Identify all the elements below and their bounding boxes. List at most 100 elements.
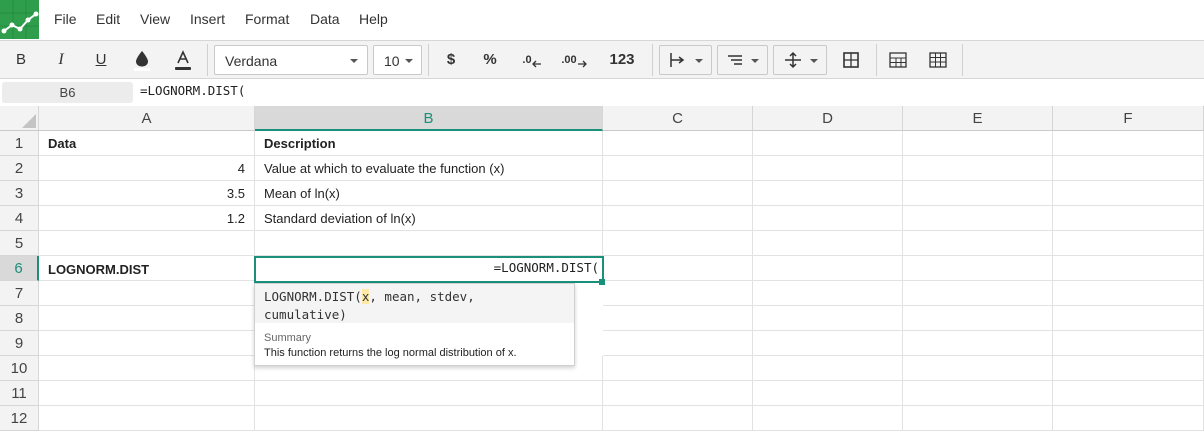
cell-b12[interactable] — [255, 406, 603, 431]
cell-d11[interactable] — [753, 381, 903, 406]
cell-f11[interactable] — [1053, 381, 1204, 406]
cell-d7[interactable] — [753, 281, 903, 306]
cell-a5[interactable] — [39, 231, 255, 256]
cell-c8[interactable] — [603, 306, 753, 331]
cell-f2[interactable] — [1053, 156, 1204, 181]
column-header-d[interactable]: D — [753, 106, 903, 131]
decrease-decimals-button[interactable]: .0 — [518, 41, 546, 78]
underline-button[interactable]: U — [88, 41, 114, 78]
cell-f12[interactable] — [1053, 406, 1204, 431]
menu-help[interactable]: Help — [359, 11, 388, 27]
cell-b1[interactable]: Description — [255, 131, 603, 156]
row-header-3[interactable]: 3 — [0, 181, 39, 206]
cell-c4[interactable] — [603, 206, 753, 231]
gridlines-button[interactable] — [923, 41, 953, 78]
cell-b4[interactable]: Standard deviation of ln(x) — [255, 206, 603, 231]
cell-c2[interactable] — [603, 156, 753, 181]
text-color-button[interactable] — [169, 41, 197, 78]
cell-d12[interactable] — [753, 406, 903, 431]
cell-e9[interactable] — [903, 331, 1053, 356]
select-all-corner[interactable] — [0, 106, 39, 131]
font-size-select[interactable]: 10 — [373, 45, 422, 75]
cell-d1[interactable] — [753, 131, 903, 156]
cell-c6[interactable] — [603, 256, 753, 281]
cell-e1[interactable] — [903, 131, 1053, 156]
borders-button[interactable] — [883, 41, 913, 78]
row-header-12[interactable]: 12 — [0, 406, 39, 431]
cell-d5[interactable] — [753, 231, 903, 256]
active-cell-editor[interactable]: =LOGNORM.DIST( — [254, 256, 604, 283]
cell-f8[interactable] — [1053, 306, 1204, 331]
cell-e11[interactable] — [903, 381, 1053, 406]
menu-file[interactable]: File — [54, 11, 77, 27]
bold-button[interactable]: B — [8, 41, 34, 78]
text-wrap-dropdown[interactable] — [717, 45, 768, 75]
cell-c9[interactable] — [603, 331, 753, 356]
cell-c12[interactable] — [603, 406, 753, 431]
cell-a9[interactable] — [39, 331, 255, 356]
cell-b11[interactable] — [255, 381, 603, 406]
cell-e6[interactable] — [903, 256, 1053, 281]
number-format-button[interactable]: 123 — [602, 41, 642, 78]
row-header-11[interactable]: 11 — [0, 381, 39, 406]
column-header-b[interactable]: B — [255, 106, 603, 131]
cell-c10[interactable] — [603, 356, 753, 381]
cell-e10[interactable] — [903, 356, 1053, 381]
increase-decimals-button[interactable]: .00 — [558, 41, 590, 78]
cell-d4[interactable] — [753, 206, 903, 231]
row-header-7[interactable]: 7 — [0, 281, 39, 306]
cell-a4[interactable]: 1.2 — [39, 206, 255, 231]
app-logo[interactable] — [0, 0, 39, 39]
cell-e12[interactable] — [903, 406, 1053, 431]
percent-format-button[interactable]: % — [476, 41, 504, 78]
fill-handle[interactable] — [599, 279, 605, 285]
row-header-2[interactable]: 2 — [0, 156, 39, 181]
italic-button[interactable]: I — [48, 41, 74, 78]
merge-cells-button[interactable] — [836, 41, 866, 78]
cell-a10[interactable] — [39, 356, 255, 381]
cell-f10[interactable] — [1053, 356, 1204, 381]
cell-a12[interactable] — [39, 406, 255, 431]
row-header-4[interactable]: 4 — [0, 206, 39, 231]
cell-c5[interactable] — [603, 231, 753, 256]
cell-e5[interactable] — [903, 231, 1053, 256]
cell-d9[interactable] — [753, 331, 903, 356]
cell-e3[interactable] — [903, 181, 1053, 206]
formula-input[interactable]: =LOGNORM.DIST( — [140, 83, 245, 98]
cell-c3[interactable] — [603, 181, 753, 206]
cell-f1[interactable] — [1053, 131, 1204, 156]
menu-edit[interactable]: Edit — [96, 11, 120, 27]
menu-insert[interactable]: Insert — [190, 11, 225, 27]
cell-d10[interactable] — [753, 356, 903, 381]
menu-format[interactable]: Format — [245, 11, 289, 27]
cell-c7[interactable] — [603, 281, 753, 306]
column-header-f[interactable]: F — [1053, 106, 1204, 131]
vertical-align-dropdown[interactable] — [773, 45, 827, 75]
cell-a11[interactable] — [39, 381, 255, 406]
cell-c11[interactable] — [603, 381, 753, 406]
fill-color-button[interactable] — [128, 41, 156, 78]
cell-f5[interactable] — [1053, 231, 1204, 256]
font-family-select[interactable]: Verdana — [214, 45, 368, 75]
cell-a8[interactable] — [39, 306, 255, 331]
cell-f3[interactable] — [1053, 181, 1204, 206]
cell-b2[interactable]: Value at which to evaluate the function … — [255, 156, 603, 181]
currency-format-button[interactable]: $ — [438, 41, 464, 78]
cell-a7[interactable] — [39, 281, 255, 306]
cell-a3[interactable]: 3.5 — [39, 181, 255, 206]
cell-f6[interactable] — [1053, 256, 1204, 281]
cell-f4[interactable] — [1053, 206, 1204, 231]
row-header-5[interactable]: 5 — [0, 231, 39, 256]
menu-view[interactable]: View — [140, 11, 170, 27]
row-header-9[interactable]: 9 — [0, 331, 39, 356]
cell-name-box[interactable]: B6 — [2, 82, 133, 103]
cell-d3[interactable] — [753, 181, 903, 206]
cell-d8[interactable] — [753, 306, 903, 331]
cell-a1[interactable]: Data — [39, 131, 255, 156]
cell-f7[interactable] — [1053, 281, 1204, 306]
cell-d6[interactable] — [753, 256, 903, 281]
cell-e7[interactable] — [903, 281, 1053, 306]
horizontal-align-dropdown[interactable] — [659, 45, 712, 75]
cell-a2[interactable]: 4 — [39, 156, 255, 181]
menu-data[interactable]: Data — [310, 11, 340, 27]
